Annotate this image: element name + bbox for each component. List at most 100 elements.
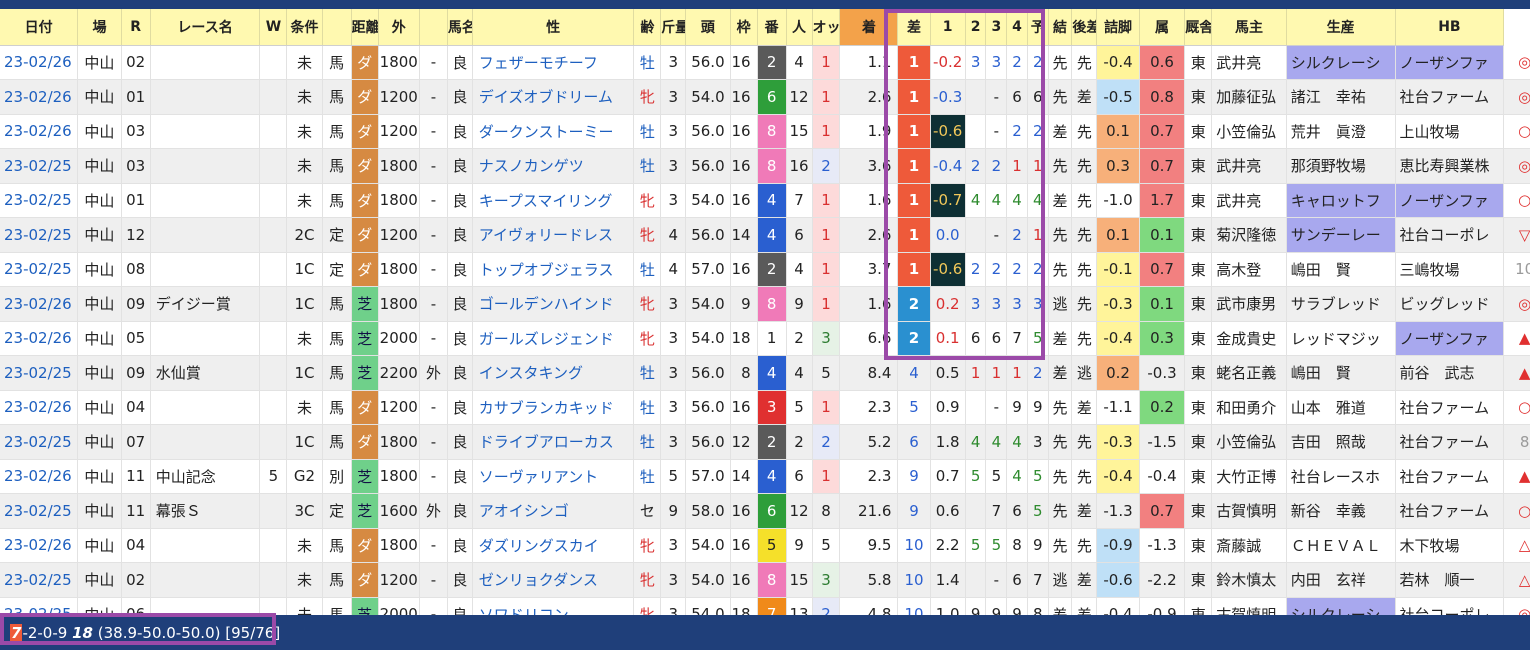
gate-cell: 8 — [757, 148, 787, 184]
horse-name-link[interactable]: フェザーモチーフ — [472, 45, 635, 80]
horse-name-link[interactable]: カサブランカキッド — [472, 390, 635, 425]
column-header[interactable]: 生産 — [1286, 9, 1396, 46]
date-cell[interactable]: 23-02/26 — [0, 321, 79, 356]
column-header[interactable]: HB — [1395, 9, 1505, 46]
date-cell[interactable]: 23-02/25 — [0, 493, 79, 529]
table-row[interactable]: 23-02/25 中山 01 未馬ダ 1800- 良キープスマイリング牝 3 54.0 16 4 7… — [0, 183, 1530, 218]
date-cell[interactable]: 23-02/26 — [0, 114, 79, 149]
column-header[interactable]: 差 — [897, 9, 931, 46]
column-header[interactable]: 後差 — [1071, 9, 1098, 46]
column-header[interactable]: 馬名 — [447, 9, 473, 46]
horse-name-link[interactable]: デイズオブドリーム — [472, 79, 635, 115]
table-row[interactable]: 23-02/25 中山 09 水仙賞 1C 馬芝 2200 外良インスタキング牡 3 56.0 8 4… — [0, 355, 1530, 391]
table-row[interactable]: 23-02/25 中山 03 未馬ダ 1800- 良ナスノカンゲツ牡 3 56.0 16 8 16 2… — [0, 148, 1530, 184]
table-row[interactable]: 23-02/26 中山 02 未馬ダ 1800- 良フェザーモチーフ牡 3 56.0 16 2 4 1… — [0, 45, 1530, 80]
horse-name-link[interactable]: アイヴォリードレス — [472, 217, 635, 253]
table-row[interactable]: 23-02/25 中山 12 2C 定ダ 1200- 良アイヴォリードレス牝 4 56.0 14 4… — [0, 217, 1530, 253]
table-row[interactable]: 23-02/26 中山 04 未馬ダ 1800- 良ダズリングスカイ牝 3 54.0 16 5 9 5… — [0, 528, 1530, 563]
column-header[interactable]: 齢 — [633, 9, 662, 46]
horse-name-link[interactable]: ゼンリョクダンス — [472, 562, 635, 598]
date-cell[interactable]: 23-02/25 — [0, 217, 79, 253]
table-row[interactable]: 23-02/25 中山 02 未馬ダ 1200- 良ゼンリョクダンス牝 3 54.0 16 8 15… — [0, 562, 1530, 598]
table-row[interactable]: 23-02/26 中山 04 未馬ダ 1200- 良カサブランカキッド牡 3 56.0 16 3 5… — [0, 390, 1530, 425]
column-header[interactable]: 日付 — [0, 9, 79, 46]
horse-name-link[interactable]: ナスノカンゲツ — [472, 148, 635, 184]
date-cell[interactable]: 23-02/26 — [0, 45, 79, 80]
date-cell[interactable]: 23-02/26 — [0, 459, 79, 494]
condition-cell: 馬 — [322, 321, 352, 356]
table-row[interactable]: 23-02/26 中山 03 未馬ダ 1200- 良ダークンストーミー牡 3 56.0 16 8 1… — [0, 114, 1530, 149]
table-row[interactable]: 23-02/26 中山 05 未馬芝 2000- 良ガールズレジェンド牝 3 54.0 18 1 2… — [0, 321, 1530, 356]
column-header[interactable]: 番 — [757, 9, 787, 46]
sex-cell: 牡 — [633, 252, 662, 287]
date-cell[interactable]: 23-02/26 — [0, 528, 79, 563]
column-header[interactable]: 詰脚 — [1096, 9, 1140, 46]
column-header[interactable] — [322, 9, 352, 46]
column-header[interactable] — [419, 9, 448, 46]
race-table-container[interactable]: 日付場Rレース名W条件距離外馬名性齢斤量頭枠番人オッズ着差1234予結後差詰脚属… — [0, 9, 1530, 615]
column-header[interactable]: 枠 — [730, 9, 758, 46]
horse-name-link[interactable]: ダークンストーミー — [472, 114, 635, 149]
date-cell[interactable]: 23-02/25 — [0, 252, 79, 287]
column-header[interactable]: 馬主 — [1211, 9, 1287, 46]
hb-mark-cell: ◎ — [1503, 45, 1530, 80]
date-cell[interactable]: 23-02/25 — [0, 148, 79, 184]
table-row[interactable]: 23-02/25 中山 07 1C 馬ダ 1800- 良ドライブアローカス牡 3 56.0 12 2… — [0, 424, 1530, 460]
table-row[interactable]: 23-02/25 中山 08 1C 定ダ 1800- 良トップオブジェラス牡 4 57.0 16 2… — [0, 252, 1530, 287]
sex-cell: 牝 — [633, 79, 662, 115]
breeder-cell: 前谷 武志 — [1395, 355, 1505, 391]
horse-name-link[interactable]: キープスマイリング — [472, 183, 635, 218]
date-cell[interactable]: 23-02/26 — [0, 79, 79, 115]
date-cell[interactable]: 23-02/25 — [0, 183, 79, 218]
column-header[interactable]: W — [259, 9, 288, 46]
horse-name-link[interactable]: インスタキング — [472, 355, 635, 391]
column-header[interactable]: 1 — [930, 9, 966, 46]
column-header[interactable]: R — [121, 9, 151, 46]
column-header[interactable]: 外 — [378, 9, 420, 46]
horse-name-link[interactable]: ドライブアローカス — [472, 424, 635, 460]
horse-name-link[interactable]: トップオブジェラス — [472, 252, 635, 287]
date-cell[interactable]: 23-02/25 — [0, 597, 79, 615]
horse-name-link[interactable]: ダズリングスカイ — [472, 528, 635, 563]
actual-style-cell: 差 — [1071, 562, 1098, 598]
corner2-cell: 2 — [985, 148, 1008, 184]
date-cell[interactable]: 23-02/25 — [0, 355, 79, 391]
column-header[interactable]: 属 — [1139, 9, 1186, 46]
column-header[interactable]: 頭 — [685, 9, 731, 46]
table-row[interactable]: 23-02/26 中山 09 デイジー賞 1C 馬芝 1800- 良ゴールデンハインド牝 3 54… — [0, 286, 1530, 322]
column-header[interactable]: オッズ — [812, 9, 841, 46]
track-condition-cell: 良 — [447, 459, 473, 494]
column-header[interactable]: 4 — [1006, 9, 1028, 46]
column-header[interactable]: 厩舎 — [1184, 9, 1213, 46]
horse-name-link[interactable]: アオイシンゴ — [472, 493, 635, 529]
table-row[interactable]: 23-02/26 中山 11 中山記念 5 G2 別芝 1800- 良ソーヴァリアント牡 5 57.… — [0, 459, 1530, 494]
column-header[interactable]: 斤量 — [660, 9, 687, 46]
margin-cell: 2.2 — [930, 528, 966, 563]
finish-cell: 2 — [897, 286, 931, 322]
column-header[interactable]: 予 — [1027, 9, 1049, 46]
column-header[interactable]: 距離 — [351, 9, 379, 46]
column-header[interactable]: 着 — [839, 9, 899, 46]
column-header[interactable]: レース名 — [150, 9, 261, 46]
column-header[interactable]: 3 — [985, 9, 1008, 46]
date-cell[interactable]: 23-02/25 — [0, 424, 79, 460]
horse-name-link[interactable]: ソーヴァリアント — [472, 459, 635, 494]
column-header[interactable]: 人 — [786, 9, 813, 46]
top-bar — [0, 0, 1530, 9]
date-cell[interactable]: 23-02/26 — [0, 390, 79, 425]
column-header[interactable]: 結 — [1048, 9, 1073, 46]
column-header[interactable]: 性 — [472, 9, 635, 46]
horse-name-link[interactable]: ゴールデンハインド — [472, 286, 635, 322]
table-row[interactable]: 23-02/25 中山 06 未馬芝 2000- 良ソワドリコン牝 3 54.0 18 7 13 2 4… — [0, 597, 1530, 615]
date-cell[interactable]: 23-02/26 — [0, 286, 79, 322]
hb-mark-cell: ▲ — [1503, 355, 1530, 391]
table-row[interactable]: 23-02/26 中山 01 未馬ダ 1200- 良デイズオブドリーム牝 3 54.0 16 6 1… — [0, 79, 1530, 115]
column-header[interactable]: 場 — [77, 9, 122, 46]
column-header[interactable]: 2 — [965, 9, 987, 46]
horse-name-link[interactable]: ガールズレジェンド — [472, 321, 635, 356]
column-header[interactable]: 条件 — [286, 9, 323, 46]
horse-name-link[interactable]: ソワドリコン — [472, 597, 635, 615]
date-cell[interactable]: 23-02/25 — [0, 562, 79, 598]
finish-cell: 1 — [897, 45, 931, 80]
table-row[interactable]: 23-02/25 中山 11 幕張Ｓ 3C 定芝 1600 外良アオイシンゴセ 9 58.0 16 6… — [0, 493, 1530, 529]
